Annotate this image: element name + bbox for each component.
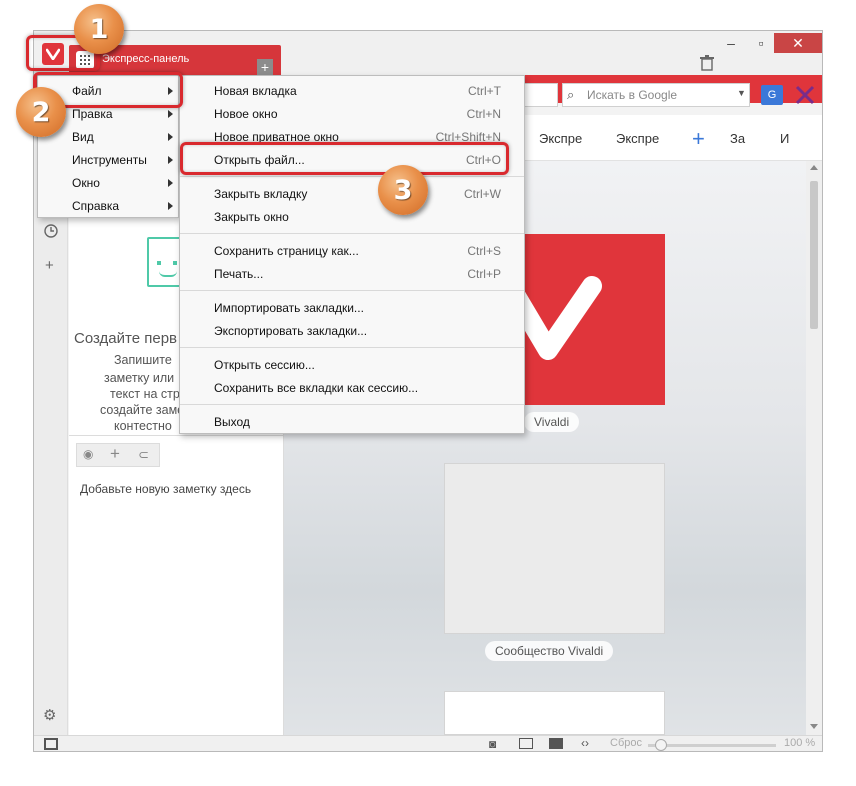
menu-item-import-bookmarks[interactable]: Импортировать закладки... (214, 301, 364, 315)
note-toolbar: ◉ + ⊂ (76, 443, 160, 467)
add-note-text[interactable]: Добавьте новую заметку здесь (80, 482, 251, 496)
maximize-button[interactable]: ▫ (744, 33, 778, 53)
shortcut-label: Ctrl+T (468, 84, 501, 98)
speed-dial-tile-community[interactable] (444, 463, 665, 634)
new-tab-button[interactable]: + (257, 59, 273, 75)
close-button[interactable]: ✕ (774, 33, 822, 53)
notes-hint-line: текст на стр (110, 387, 180, 401)
notes-heading: Создайте перв (74, 330, 178, 347)
extension-icon[interactable] (794, 84, 816, 106)
notes-hint-line: Запишите (114, 353, 172, 367)
menu-item-save-session[interactable]: Сохранить все вкладки как сессию... (214, 381, 418, 395)
menu-separator (180, 176, 524, 177)
add-icon[interactable]: + (110, 444, 120, 464)
settings-icon[interactable]: ⚙ (43, 706, 56, 724)
highlight-frame (180, 142, 509, 175)
notes-hint-line: контестно (114, 419, 172, 433)
search-dropdown-icon[interactable]: ▼ (737, 88, 746, 98)
menu-item-exit[interactable]: Выход (214, 415, 250, 429)
menu-item-edit[interactable]: Правка (72, 107, 113, 121)
submenu-arrow-icon (168, 133, 173, 141)
menu-separator (180, 404, 524, 405)
menu-item-close-window[interactable]: Закрыть окно (214, 210, 289, 224)
trash-icon[interactable] (700, 55, 714, 74)
scrollbar-thumb[interactable] (810, 181, 818, 329)
zoom-slider[interactable] (648, 744, 776, 747)
shortcut-label: Ctrl+S (467, 244, 501, 258)
shortcut-label: Ctrl+N (466, 107, 501, 121)
menu-item-window[interactable]: Окно (72, 176, 100, 190)
window-icon[interactable] (519, 738, 533, 749)
submenu-arrow-icon (168, 202, 173, 210)
menu-item-export-bookmarks[interactable]: Экспортировать закладки... (214, 324, 367, 338)
notes-hint-line: создайте заме (100, 403, 185, 417)
camera-icon[interactable]: ◉ (83, 447, 93, 461)
attachment-icon[interactable]: ⊂ (138, 447, 149, 463)
notes-hint-line: заметку или (104, 371, 175, 385)
bookmark-item[interactable]: Экспре (616, 131, 659, 146)
capture-icon[interactable]: ◙ (489, 737, 496, 751)
menu-item-print[interactable]: Печать... (214, 267, 263, 281)
status-bar: ◙ ‹› Сброс 100 % (34, 735, 822, 751)
menu-item-open-session[interactable]: Открыть сессию... (214, 358, 315, 372)
shortcut-label: Ctrl+P (467, 267, 501, 281)
add-panel-icon[interactable]: + (45, 257, 54, 274)
menu-separator (180, 290, 524, 291)
step-badge: 1 (74, 4, 124, 54)
search-placeholder: Искать в Google (587, 88, 678, 102)
submenu-arrow-icon (168, 110, 173, 118)
step-badge: 3 (378, 165, 428, 215)
submenu-arrow-icon (168, 156, 173, 164)
translate-icon[interactable]: G (761, 85, 783, 105)
panel-toggle-icon[interactable] (44, 738, 58, 750)
step-badge: 2 (16, 87, 66, 137)
menu-item-close-tab[interactable]: Закрыть вкладку (214, 187, 307, 201)
menu-separator (180, 233, 524, 234)
code-icon[interactable]: ‹› (581, 736, 589, 750)
menu-separator (180, 347, 524, 348)
menu-item-new-tab[interactable]: Новая вкладка (214, 84, 297, 98)
search-icon: ⌕ (567, 87, 575, 102)
menu-item-tools[interactable]: Инструменты (72, 153, 147, 167)
tab-title: Экспресс-панель (102, 53, 190, 65)
image-icon[interactable] (549, 738, 563, 749)
tile-caption: Vivaldi (524, 412, 580, 432)
tile-caption: Сообщество Vivaldi (485, 641, 614, 661)
add-bookmark-icon[interactable]: + (692, 126, 705, 152)
minimize-button[interactable]: – (714, 33, 748, 53)
bookmark-item[interactable]: И (780, 131, 789, 146)
bookmark-item[interactable]: За (730, 131, 745, 146)
zoom-slider-handle[interactable] (654, 739, 667, 751)
menu-item-new-window[interactable]: Новое окно (214, 107, 278, 121)
history-icon[interactable] (44, 224, 58, 241)
submenu-arrow-icon (168, 179, 173, 187)
zoom-level: 100 % (784, 737, 816, 749)
menu-item-view[interactable]: Вид (72, 130, 94, 144)
speed-dial-tile[interactable] (444, 691, 665, 735)
zoom-reset[interactable]: Сброс (610, 737, 642, 749)
notes-divider (69, 435, 284, 436)
menu-item-help[interactable]: Справка (72, 199, 119, 213)
search-field[interactable]: ⌕ Искать в Google ▼ (562, 83, 750, 107)
menu-item-save-page[interactable]: Сохранить страницу как... (214, 244, 359, 258)
scrollbar[interactable] (806, 161, 822, 735)
bookmark-item[interactable]: Экспре (539, 131, 582, 146)
